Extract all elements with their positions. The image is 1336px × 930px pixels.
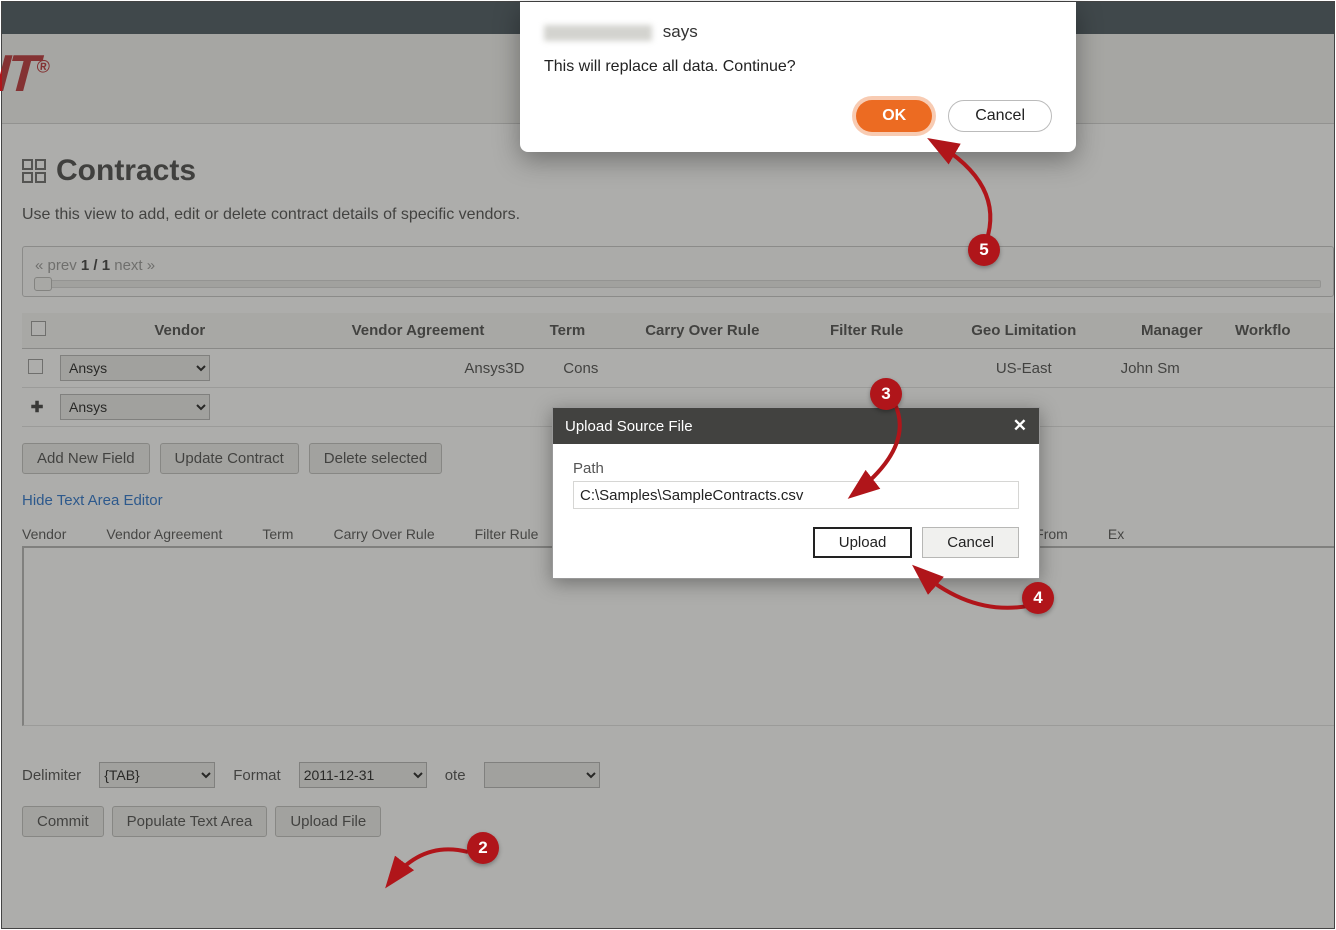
- eh-term: Term: [262, 526, 333, 542]
- logo-text: IT: [0, 45, 38, 103]
- brand-logo: IT®: [0, 44, 52, 104]
- pager-next[interactable]: next »: [114, 257, 155, 274]
- pager-prev[interactable]: « prev: [35, 257, 77, 274]
- delimiter-label: Delimiter: [22, 767, 81, 784]
- col-workflow[interactable]: Workflo: [1229, 313, 1334, 349]
- col-carry-over-rule[interactable]: Carry Over Rule: [604, 313, 800, 349]
- update-contract-button[interactable]: Update Contract: [160, 443, 299, 474]
- marker-2: 2: [467, 832, 499, 864]
- delimiter-select[interactable]: {TAB}: [99, 762, 215, 788]
- dialog-says: says: [663, 22, 698, 41]
- cell-term: Cons: [530, 349, 604, 388]
- pager-slider[interactable]: [35, 280, 1321, 288]
- grid-icon: [22, 159, 46, 183]
- pager-slider-thumb[interactable]: [34, 277, 52, 291]
- hide-editor-link[interactable]: Hide Text Area Editor: [22, 492, 163, 509]
- col-geo-limitation[interactable]: Geo Limitation: [933, 313, 1115, 349]
- cell-geo: US-East: [933, 349, 1115, 388]
- table-row: Ansys Ansys3D Cons US-East John Sm: [22, 349, 1334, 388]
- row-checkbox[interactable]: [28, 359, 43, 374]
- populate-button[interactable]: Populate Text Area: [112, 806, 268, 837]
- upload-file-button[interactable]: Upload File: [275, 806, 381, 837]
- dialog-message: This will replace all data. Continue?: [544, 58, 1052, 76]
- marker-4: 4: [1022, 582, 1054, 614]
- col-vendor[interactable]: Vendor: [54, 313, 306, 349]
- page-title: Contracts: [56, 154, 196, 188]
- path-input[interactable]: [573, 481, 1019, 509]
- upload-dialog-title: Upload Source File: [565, 418, 693, 435]
- upload-cancel-button[interactable]: Cancel: [922, 527, 1019, 558]
- marker-5: 5: [968, 234, 1000, 266]
- eh-carry: Carry Over Rule: [333, 526, 474, 542]
- add-field-button[interactable]: Add New Field: [22, 443, 150, 474]
- commit-button[interactable]: Commit: [22, 806, 104, 837]
- ok-button[interactable]: OK: [856, 100, 932, 132]
- cancel-button[interactable]: Cancel: [948, 100, 1052, 132]
- eh-ex: Ex: [1108, 526, 1164, 542]
- add-row-icon[interactable]: ✚: [28, 398, 46, 416]
- close-icon[interactable]: ✕: [1013, 416, 1027, 436]
- upload-dialog: Upload Source File ✕ Path Upload Cancel: [552, 407, 1040, 579]
- marker-3: 3: [870, 378, 902, 410]
- select-all-checkbox[interactable]: [31, 321, 46, 336]
- col-vendor-agreement[interactable]: Vendor Agreement: [306, 313, 531, 349]
- cell-manager: John Sm: [1115, 349, 1229, 388]
- upload-button[interactable]: Upload: [813, 527, 913, 558]
- pager: « prev 1 / 1 next »: [22, 246, 1334, 297]
- col-filter-rule[interactable]: Filter Rule: [800, 313, 933, 349]
- col-term[interactable]: Term: [530, 313, 604, 349]
- format-label: Format: [233, 767, 281, 784]
- cell-agreement: Ansys3D: [306, 349, 531, 388]
- path-label: Path: [573, 460, 1019, 477]
- vendor-select[interactable]: Ansys: [60, 394, 210, 420]
- pager-position: 1 / 1: [81, 257, 110, 274]
- ote-label: ote: [445, 767, 466, 784]
- confirm-dialog: says This will replace all data. Continu…: [520, 2, 1076, 152]
- col-manager[interactable]: Manager: [1115, 313, 1229, 349]
- delete-selected-button[interactable]: Delete selected: [309, 443, 442, 474]
- eh-vendor: Vendor: [22, 526, 106, 542]
- vendor-select[interactable]: Ansys: [60, 355, 210, 381]
- dialog-origin-blurred: [544, 25, 652, 41]
- ote-select[interactable]: [484, 762, 600, 788]
- eh-agreement: Vendor Agreement: [106, 526, 262, 542]
- logo-registered: ®: [36, 57, 51, 77]
- format-select[interactable]: 2011-12-31: [299, 762, 427, 788]
- page-desc: Use this view to add, edit or delete con…: [22, 206, 1334, 224]
